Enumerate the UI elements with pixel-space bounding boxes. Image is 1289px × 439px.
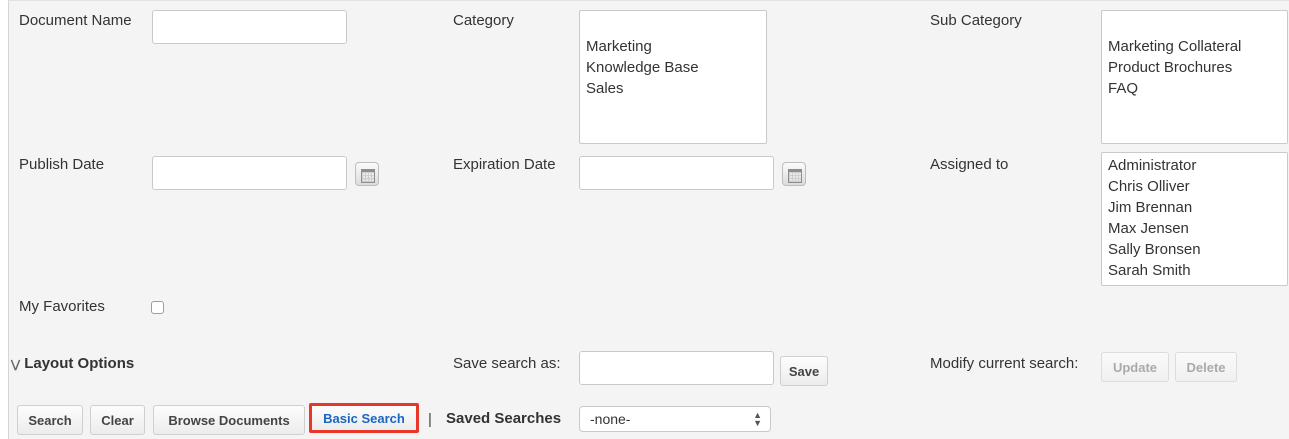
assigned-option[interactable]: Sally Bronsen bbox=[1108, 239, 1287, 260]
saved-searches-select[interactable]: -none- ▲ ▼ bbox=[579, 406, 771, 432]
sub-category-option[interactable]: Marketing Collateral bbox=[1108, 36, 1287, 57]
assigned-to-label: Assigned to bbox=[930, 156, 1009, 173]
assigned-option[interactable]: Jim Brennan bbox=[1108, 197, 1287, 218]
update-button[interactable]: Update bbox=[1101, 352, 1169, 382]
modify-current-search-label: Modify current search: bbox=[930, 355, 1079, 372]
assigned-option[interactable]: Max Jensen bbox=[1108, 218, 1287, 239]
sub-category-listbox[interactable]: Marketing Collateral Product Brochures F… bbox=[1101, 10, 1288, 144]
calendar-icon[interactable] bbox=[355, 162, 379, 186]
sub-category-label: Sub Category bbox=[930, 12, 1022, 29]
publish-date-label: Publish Date bbox=[19, 156, 105, 173]
saved-searches-label: Saved Searches bbox=[446, 410, 562, 427]
layout-options-toggle[interactable]: ⋁ Layout Options bbox=[11, 355, 134, 372]
search-button[interactable]: Search bbox=[17, 405, 83, 435]
assigned-to-listbox[interactable]: Administrator Chris Olliver Jim Brennan … bbox=[1101, 152, 1288, 286]
separator: | bbox=[428, 411, 432, 428]
assigned-option[interactable]: Chris Olliver bbox=[1108, 176, 1287, 197]
search-form-panel: Document Name Category Marketing Knowled… bbox=[8, 0, 1289, 439]
category-option[interactable]: Knowledge Base bbox=[586, 57, 766, 78]
category-option[interactable]: Sales bbox=[586, 78, 766, 99]
save-search-input[interactable] bbox=[579, 351, 774, 385]
publish-date-input[interactable] bbox=[152, 156, 347, 190]
my-favorites-checkbox[interactable] bbox=[151, 301, 164, 314]
layout-options-label: Layout Options bbox=[24, 355, 135, 372]
double-chevron-down-icon: ⋁ bbox=[11, 359, 21, 371]
delete-button[interactable]: Delete bbox=[1175, 352, 1237, 382]
save-button[interactable]: Save bbox=[780, 356, 828, 386]
clear-button[interactable]: Clear bbox=[90, 405, 145, 435]
saved-searches-value: -none- bbox=[590, 411, 631, 427]
assigned-option[interactable]: Administrator bbox=[1108, 155, 1287, 176]
sub-category-option[interactable]: FAQ bbox=[1108, 78, 1287, 99]
category-label: Category bbox=[453, 12, 514, 29]
category-listbox[interactable]: Marketing Knowledge Base Sales bbox=[579, 10, 767, 144]
my-favorites-label: My Favorites bbox=[19, 298, 105, 315]
assigned-option[interactable]: Sarah Smith bbox=[1108, 260, 1287, 281]
basic-search-link[interactable]: Basic Search bbox=[309, 403, 419, 433]
sub-category-option[interactable]: Product Brochures bbox=[1108, 57, 1287, 78]
select-arrows-icon: ▲ ▼ bbox=[753, 410, 762, 428]
expiration-date-input[interactable] bbox=[579, 156, 774, 190]
expiration-date-label: Expiration Date bbox=[453, 156, 556, 173]
save-search-label: Save search as: bbox=[453, 355, 561, 372]
browse-documents-button[interactable]: Browse Documents bbox=[153, 405, 305, 435]
calendar-icon[interactable] bbox=[782, 162, 806, 186]
category-option[interactable]: Marketing bbox=[586, 36, 766, 57]
document-name-label: Document Name bbox=[19, 12, 132, 29]
document-name-input[interactable] bbox=[152, 10, 347, 44]
